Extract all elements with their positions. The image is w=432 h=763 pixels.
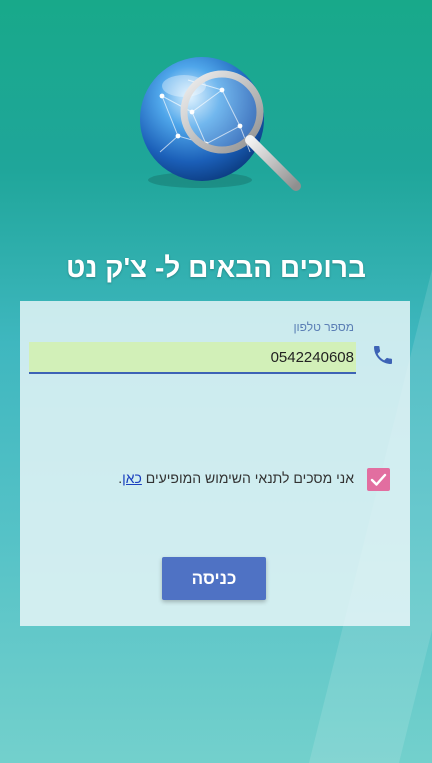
terms-checkbox[interactable] [367, 468, 390, 491]
terms-label: אני מסכים לתנאי השימוש המופיעים [145, 470, 354, 486]
login-button[interactable]: כניסה [162, 557, 266, 600]
phone-icon [371, 343, 395, 367]
login-screen: ברוכים הבאים ל- צ'ק נט מספר טלפון אני מס… [0, 0, 432, 763]
checkmark-icon [370, 473, 387, 486]
globe-magnifier-icon [130, 52, 310, 202]
login-card: מספר טלפון אני מסכים לתנאי השימוש המופיע… [20, 301, 410, 626]
phone-input[interactable] [29, 342, 356, 374]
phone-label: מספר טלפון [293, 320, 354, 334]
welcome-title: ברוכים הבאים ל- צ'ק נט [66, 252, 366, 283]
terms-link[interactable]: כאן [122, 470, 142, 486]
terms-text: אני מסכים לתנאי השימוש המופיעים כאן. [118, 470, 354, 486]
